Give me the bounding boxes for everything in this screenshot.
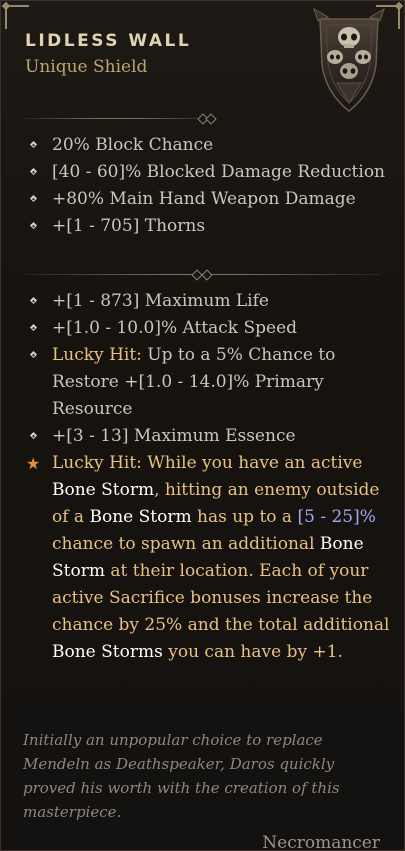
stat-text: [40 - 60]% Blocked Damage Reduction [52, 162, 386, 182]
affix-text: +[1.0 - 10.0]% Attack Speed [52, 318, 298, 338]
header-divider [25, 113, 217, 125]
stat-text: +80% Main Hand Weapon Damage [52, 189, 356, 209]
diamond-bullet-icon [29, 350, 38, 359]
diamond-bullet-icon [29, 167, 38, 176]
unique-power-text: chance to spawn an additional [52, 534, 320, 554]
frame-corner-left [5, 5, 29, 29]
stats-divider [25, 269, 381, 281]
stat-text: +[1 - 705] Thorns [52, 216, 206, 236]
diamond-bullet-icon [29, 296, 38, 305]
stat-main-hand-weapon-damage: +80% Main Hand Weapon Damage [29, 186, 392, 213]
stat-thorns: +[1 - 705] Thorns [29, 213, 392, 240]
diamond-bullet-icon [29, 323, 38, 332]
class-requirement: Necromancer [262, 833, 380, 851]
diamond-bullet-icon [29, 221, 38, 230]
affix-text: +[3 - 13] Maximum Essence [52, 426, 296, 446]
item-tooltip: LIDLESS WALL Unique Shield 20% Block Cha… [0, 0, 405, 851]
diamond-bullet-icon [29, 140, 38, 149]
affix-attack-speed: +[1.0 - 10.0]% Attack Speed [29, 315, 392, 342]
unique-power-text: you can have by +1. [162, 642, 343, 662]
unique-power-text: has up to a [191, 507, 298, 527]
affix-lucky-hit-restore: Lucky Hit: Up to a 5% Chance to Restore … [29, 342, 392, 423]
item-name: LIDLESS WALL [25, 31, 192, 51]
keyword-bone-storm: Bone Storm [89, 507, 192, 527]
item-type: Unique Shield [25, 57, 148, 77]
diamond-bullet-icon [29, 431, 38, 440]
affix-maximum-life: +[1 - 873] Maximum Life [29, 288, 392, 315]
star-icon: ★ [26, 454, 41, 473]
affix-maximum-essence: +[3 - 13] Maximum Essence [29, 423, 392, 450]
unique-power-text: While you have an active [141, 453, 363, 473]
stat-blocked-damage-reduction: [40 - 60]% Blocked Damage Reduction [29, 159, 392, 186]
unique-power-label: Lucky Hit: [52, 453, 142, 473]
keyword-bone-storms: Bone Storms [52, 642, 163, 662]
stat-block-chance: 20% Block Chance [29, 132, 392, 159]
flavor-text: Initially an unpopular choice to replace… [23, 731, 340, 821]
unique-power-range: [5 - 25]% [297, 507, 376, 527]
divider-gem-icon [205, 113, 217, 125]
lucky-hit-label: Lucky Hit: [52, 345, 142, 365]
base-stats: 20% Block Chance [40 - 60]% Blocked Dama… [29, 132, 392, 240]
keyword-bone-storm: Bone Storm [52, 480, 155, 500]
shield-skull-icon [313, 7, 385, 112]
affix-text: +[1 - 873] Maximum Life [52, 291, 269, 311]
unique-power: ★ Lucky Hit: While you have an active Bo… [26, 450, 392, 666]
affix-stats: +[1 - 873] Maximum Life +[1.0 - 10.0]% A… [26, 288, 392, 666]
stat-text: 20% Block Chance [52, 135, 214, 155]
diamond-bullet-icon [29, 194, 38, 203]
divider-gem-icon [201, 269, 213, 281]
